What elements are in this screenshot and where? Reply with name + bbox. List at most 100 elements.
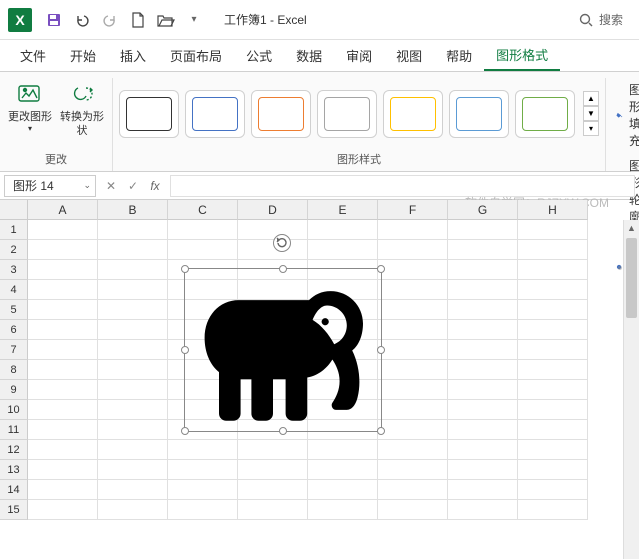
graphic-style-5[interactable]	[383, 90, 443, 138]
cell[interactable]	[518, 500, 588, 520]
tab-data[interactable]: 数据	[284, 40, 334, 71]
graphic-fill-button[interactable]: 图形填充▾	[612, 78, 639, 152]
convert-to-shape-button[interactable]: 转换为形状	[58, 78, 106, 143]
graphic-style-7[interactable]	[515, 90, 575, 138]
row-header-6[interactable]: 6	[0, 320, 28, 340]
column-header-D[interactable]: D	[238, 200, 308, 220]
cell[interactable]	[448, 260, 518, 280]
cell[interactable]	[98, 480, 168, 500]
cell[interactable]	[448, 340, 518, 360]
graphic-style-6[interactable]	[449, 90, 509, 138]
tab-formulas[interactable]: 公式	[234, 40, 284, 71]
undo-button[interactable]	[68, 6, 96, 34]
row-header-7[interactable]: 7	[0, 340, 28, 360]
graphic-style-4[interactable]	[317, 90, 377, 138]
cell[interactable]	[98, 380, 168, 400]
cell[interactable]	[518, 360, 588, 380]
cell[interactable]	[448, 280, 518, 300]
cell[interactable]	[168, 460, 238, 480]
row-header-8[interactable]: 8	[0, 360, 28, 380]
graphic-style-2[interactable]	[185, 90, 245, 138]
cell[interactable]	[28, 460, 98, 480]
cell[interactable]	[518, 400, 588, 420]
cell[interactable]	[238, 220, 308, 240]
row-header-13[interactable]: 13	[0, 460, 28, 480]
open-button[interactable]	[152, 6, 180, 34]
tab-shape-format[interactable]: 图形格式	[484, 40, 560, 71]
cell[interactable]	[378, 320, 448, 340]
row-header-5[interactable]: 5	[0, 300, 28, 320]
qat-more-button[interactable]: ▾	[180, 6, 208, 34]
cell[interactable]	[308, 500, 378, 520]
cell[interactable]	[28, 240, 98, 260]
cell[interactable]	[518, 280, 588, 300]
graphic-style-1[interactable]	[119, 90, 179, 138]
cell[interactable]	[378, 440, 448, 460]
cell[interactable]	[168, 440, 238, 460]
cell[interactable]	[98, 460, 168, 480]
column-header-C[interactable]: C	[168, 200, 238, 220]
cell[interactable]	[378, 400, 448, 420]
cell[interactable]	[378, 500, 448, 520]
cell[interactable]	[28, 280, 98, 300]
gallery-down-button[interactable]: ▼	[583, 106, 599, 121]
cell[interactable]	[448, 420, 518, 440]
cell[interactable]	[28, 320, 98, 340]
cell[interactable]	[28, 380, 98, 400]
cell[interactable]	[378, 220, 448, 240]
cell[interactable]	[238, 500, 308, 520]
cell[interactable]	[448, 380, 518, 400]
enter-formula-button[interactable]: ✓	[122, 175, 144, 197]
cell[interactable]	[448, 500, 518, 520]
search-box[interactable]: 搜索	[571, 6, 631, 34]
vertical-scrollbar[interactable]: ▲	[623, 220, 639, 559]
cell[interactable]	[448, 480, 518, 500]
column-header-B[interactable]: B	[98, 200, 168, 220]
elephant-icon[interactable]	[192, 278, 372, 423]
column-header-E[interactable]: E	[308, 200, 378, 220]
cell[interactable]	[448, 320, 518, 340]
cell[interactable]	[518, 460, 588, 480]
cell[interactable]	[448, 460, 518, 480]
scroll-up-button[interactable]: ▲	[624, 220, 639, 236]
graphic-styles-gallery[interactable]	[119, 90, 575, 138]
row-header-12[interactable]: 12	[0, 440, 28, 460]
cell[interactable]	[28, 420, 98, 440]
name-box[interactable]: 图形 14 ⌄	[4, 175, 96, 197]
cell[interactable]	[378, 380, 448, 400]
cell[interactable]	[308, 220, 378, 240]
cell[interactable]	[378, 300, 448, 320]
column-header-H[interactable]: H	[518, 200, 588, 220]
cell[interactable]	[518, 480, 588, 500]
row-header-1[interactable]: 1	[0, 220, 28, 240]
redo-button[interactable]	[96, 6, 124, 34]
cell[interactable]	[28, 400, 98, 420]
cell[interactable]	[518, 220, 588, 240]
cell[interactable]	[168, 240, 238, 260]
cell[interactable]	[28, 440, 98, 460]
cell[interactable]	[378, 460, 448, 480]
row-header-2[interactable]: 2	[0, 240, 28, 260]
resize-handle-n[interactable]	[279, 265, 287, 273]
cell[interactable]	[168, 220, 238, 240]
tab-file[interactable]: 文件	[8, 40, 58, 71]
row-header-4[interactable]: 4	[0, 280, 28, 300]
row-header-9[interactable]: 9	[0, 380, 28, 400]
save-button[interactable]	[40, 6, 68, 34]
cell[interactable]	[518, 440, 588, 460]
cancel-formula-button[interactable]: ✕	[100, 175, 122, 197]
tab-page-layout[interactable]: 页面布局	[158, 40, 234, 71]
cell[interactable]	[28, 300, 98, 320]
chevron-down-icon[interactable]: ⌄	[83, 180, 91, 191]
cell[interactable]	[448, 440, 518, 460]
cell[interactable]	[98, 300, 168, 320]
select-all-corner[interactable]	[0, 200, 28, 220]
cell[interactable]	[28, 500, 98, 520]
insert-function-button[interactable]: fx	[144, 175, 166, 197]
cell[interactable]	[98, 340, 168, 360]
cell[interactable]	[378, 240, 448, 260]
cell[interactable]	[378, 360, 448, 380]
cell[interactable]	[308, 240, 378, 260]
cell[interactable]	[28, 220, 98, 240]
resize-handle-nw[interactable]	[181, 265, 189, 273]
